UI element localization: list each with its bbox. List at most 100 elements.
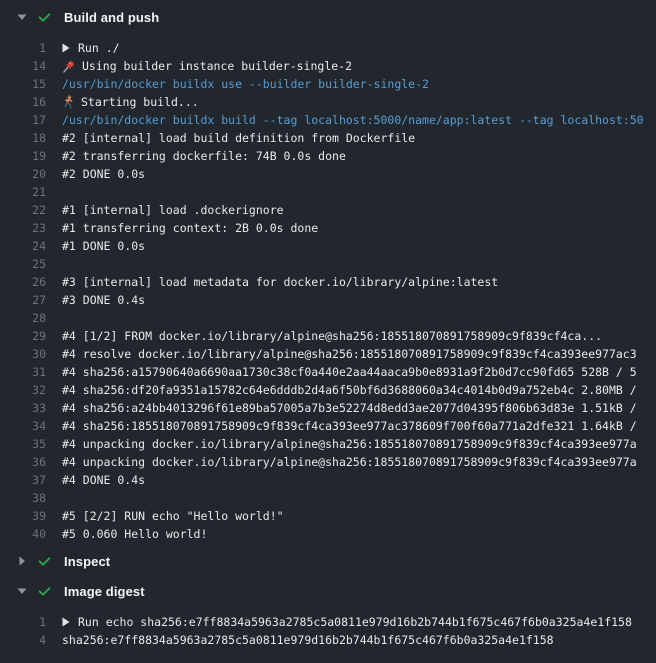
- line-text: #4 sha256:df20fa9351a15782c64e6dddb2d4a6…: [62, 383, 656, 397]
- line-text-content: #4 resolve docker.io/library/alpine@sha2…: [62, 347, 637, 361]
- line-text: #4 [1/2] FROM docker.io/library/alpine@s…: [62, 329, 656, 343]
- line-number[interactable]: 31: [0, 365, 62, 379]
- line-number[interactable]: 17: [0, 113, 62, 127]
- log-section-inspect: Inspect: [0, 549, 656, 573]
- line-number[interactable]: 20: [0, 167, 62, 181]
- line-text: #4 DONE 0.4s: [62, 473, 656, 487]
- line-number[interactable]: 1: [0, 41, 62, 55]
- line-number[interactable]: 22: [0, 203, 62, 217]
- success-check-icon: [37, 10, 52, 25]
- line-number[interactable]: 32: [0, 383, 62, 397]
- line-text: #2 [internal] load build definition from…: [62, 131, 656, 145]
- section-title: Inspect: [64, 554, 110, 569]
- line-number[interactable]: 39: [0, 509, 62, 523]
- log-line: 14 Using builder instance builder-single-…: [0, 57, 656, 75]
- log-line: 22#1 [internal] load .dockerignore: [0, 201, 656, 219]
- line-text-content: sha256:e7ff8834a5963a2785c5a0811e979d16b…: [62, 633, 554, 647]
- log-line: 30#4 resolve docker.io/library/alpine@sh…: [0, 345, 656, 363]
- log-group-line-text[interactable]: Run ./: [62, 41, 656, 55]
- line-text-content: #4 sha256:df20fa9351a15782c64e6dddb2d4a6…: [62, 383, 637, 397]
- line-number[interactable]: 28: [0, 311, 62, 325]
- line-text: #4 sha256:185518070891758909c9f839cf4ca3…: [62, 419, 656, 433]
- line-number[interactable]: 30: [0, 347, 62, 361]
- line-number[interactable]: 27: [0, 293, 62, 307]
- success-check-icon: [37, 554, 52, 569]
- line-number[interactable]: 40: [0, 527, 62, 541]
- line-text-content: Using builder instance builder-single-2: [82, 59, 352, 73]
- line-number[interactable]: 25: [0, 257, 62, 271]
- line-number[interactable]: 35: [0, 437, 62, 451]
- line-text: #1 [internal] load .dockerignore: [62, 203, 656, 217]
- section-title: Build and push: [64, 10, 159, 25]
- expand-arrow-icon[interactable]: [62, 43, 70, 53]
- log-line: 18#2 [internal] load build definition fr…: [0, 129, 656, 147]
- log-line: 17/usr/bin/docker buildx build --tag loc…: [0, 111, 656, 129]
- log-line: 1Run ./: [0, 39, 656, 57]
- line-number[interactable]: 15: [0, 77, 62, 91]
- log-group-line-text[interactable]: Run echo sha256:e7ff8834a5963a2785c5a081…: [62, 615, 656, 629]
- log-line: 31#4 sha256:a15790640a6690aa1730c38cf0a4…: [0, 363, 656, 381]
- log-line: 34#4 sha256:185518070891758909c9f839cf4c…: [0, 417, 656, 435]
- line-number[interactable]: 19: [0, 149, 62, 163]
- pushpin-icon: [62, 60, 75, 73]
- line-text-content: #2 transferring dockerfile: 74B 0.0s don…: [62, 149, 346, 163]
- line-text: #1 transferring context: 2B 0.0s done: [62, 221, 656, 235]
- line-text-content: #4 sha256:a15790640a6690aa1730c38cf0a440…: [62, 365, 637, 379]
- line-text-content: #5 [2/2] RUN echo "Hello world!": [62, 509, 284, 523]
- line-number[interactable]: 21: [0, 185, 62, 199]
- line-number[interactable]: 38: [0, 491, 62, 505]
- line-number[interactable]: 14: [0, 59, 62, 73]
- line-number[interactable]: 18: [0, 131, 62, 145]
- line-text: #2 DONE 0.0s: [62, 167, 656, 181]
- line-number[interactable]: 33: [0, 401, 62, 415]
- line-number[interactable]: 34: [0, 419, 62, 433]
- line-text: #5 0.060 Hello world!: [62, 527, 656, 541]
- line-text: #4 unpacking docker.io/library/alpine@sh…: [62, 455, 656, 469]
- line-text-content: #3 [internal] load metadata for docker.i…: [62, 275, 498, 289]
- section-log-lines: 1Run ./14Using builder instance builder-…: [0, 39, 656, 543]
- line-text: #4 sha256:a15790640a6690aa1730c38cf0a440…: [62, 365, 656, 379]
- line-text-content: #4 DONE 0.4s: [62, 473, 145, 487]
- log-line: 29#4 [1/2] FROM docker.io/library/alpine…: [0, 327, 656, 345]
- log-line: 33#4 sha256:a24bb4013296f61e89ba57005a7b…: [0, 399, 656, 417]
- section-header-image-digest[interactable]: Image digest: [0, 579, 656, 603]
- line-number[interactable]: 23: [0, 221, 62, 235]
- line-text-content: #4 unpacking docker.io/library/alpine@sh…: [62, 437, 637, 451]
- log-line: 1Run echo sha256:e7ff8834a5963a2785c5a08…: [0, 613, 656, 631]
- log-line: 36#4 unpacking docker.io/library/alpine@…: [0, 453, 656, 471]
- line-text-content: #2 [internal] load build definition from…: [62, 131, 415, 145]
- line-text: #3 [internal] load metadata for docker.i…: [62, 275, 656, 289]
- log-section-build-and-push: Build and push1Run ./14Using builder ins…: [0, 5, 656, 543]
- log-line: 40#5 0.060 Hello world!: [0, 525, 656, 543]
- line-text: #1 DONE 0.0s: [62, 239, 656, 253]
- line-text: #4 unpacking docker.io/library/alpine@sh…: [62, 437, 656, 451]
- line-text: Using builder instance builder-single-2: [62, 59, 656, 73]
- line-number[interactable]: 4: [0, 633, 62, 647]
- line-number[interactable]: 36: [0, 455, 62, 469]
- line-text-content: #4 sha256:a24bb4013296f61e89ba57005a7b3e…: [62, 401, 637, 415]
- line-number[interactable]: 24: [0, 239, 62, 253]
- line-text: #5 [2/2] RUN echo "Hello world!": [62, 509, 656, 523]
- line-text-content: #4 sha256:185518070891758909c9f839cf4ca3…: [62, 419, 637, 433]
- line-text-content: Starting build...: [81, 95, 199, 109]
- log-line: 23#1 transferring context: 2B 0.0s done: [0, 219, 656, 237]
- line-number[interactable]: 26: [0, 275, 62, 289]
- line-number[interactable]: 16: [0, 95, 62, 109]
- line-text-content: #4 unpacking docker.io/library/alpine@sh…: [62, 455, 637, 469]
- line-text: #4 resolve docker.io/library/alpine@sha2…: [62, 347, 656, 361]
- chevron-down-icon[interactable]: [17, 586, 27, 596]
- chevron-right-icon[interactable]: [17, 556, 27, 566]
- line-number[interactable]: 37: [0, 473, 62, 487]
- log-line: 35#4 unpacking docker.io/library/alpine@…: [0, 435, 656, 453]
- runner-icon: [62, 95, 74, 109]
- log-line: 20#2 DONE 0.0s: [0, 165, 656, 183]
- expand-arrow-icon[interactable]: [62, 617, 70, 627]
- section-header-build-and-push[interactable]: Build and push: [0, 5, 656, 29]
- line-text: #3 DONE 0.4s: [62, 293, 656, 307]
- chevron-down-icon[interactable]: [17, 12, 27, 22]
- line-number[interactable]: 1: [0, 615, 62, 629]
- line-text: sha256:e7ff8834a5963a2785c5a0811e979d16b…: [62, 633, 656, 647]
- log-line: 19#2 transferring dockerfile: 74B 0.0s d…: [0, 147, 656, 165]
- line-number[interactable]: 29: [0, 329, 62, 343]
- section-header-inspect[interactable]: Inspect: [0, 549, 656, 573]
